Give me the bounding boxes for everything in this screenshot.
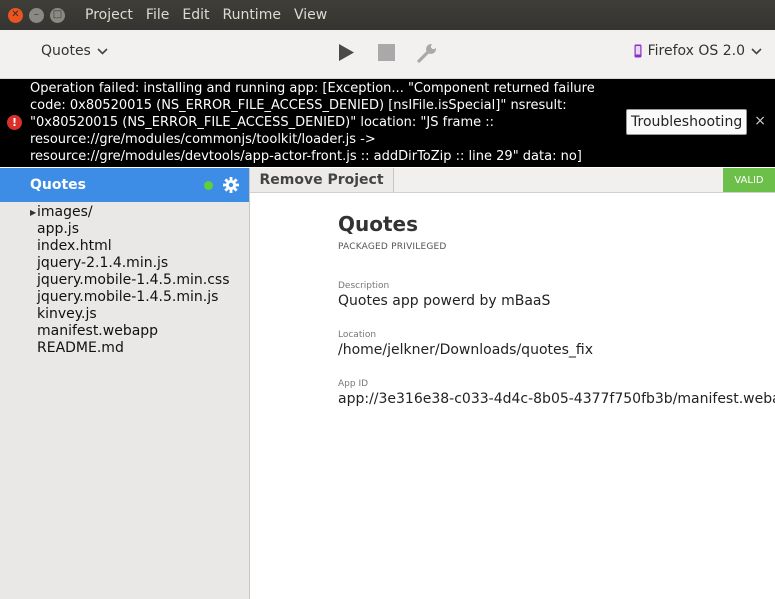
project-name: Quotes [338, 212, 419, 236]
file-name: kinvey.js [37, 306, 97, 322]
appid-value: app://3e316e38-c033-4d4c-8b05-4377f750fb… [338, 391, 775, 407]
menu-edit[interactable]: Edit [182, 7, 209, 23]
sidebar-header[interactable]: Quotes [0, 168, 249, 202]
menu-bar: Project File Edit Runtime View [85, 7, 327, 23]
runtime-select[interactable]: Firefox OS 2.0 [634, 43, 762, 59]
location-field: Location /home/jelkner/Downloads/quotes_… [338, 330, 593, 358]
chevron-down-icon [97, 47, 108, 55]
file-item[interactable]: manifest.webapp [0, 323, 249, 340]
valid-badge: VALID [723, 168, 775, 192]
description-field: Description Quotes app powerd by mBaaS [338, 281, 550, 309]
play-icon[interactable] [338, 43, 355, 62]
location-value: /home/jelkner/Downloads/quotes_fix [338, 342, 594, 358]
folder-item[interactable]: ▶ images/ [0, 204, 249, 221]
file-item[interactable]: index.html [0, 238, 249, 255]
remove-project-label: Remove Project [259, 172, 384, 188]
file-item[interactable]: kinvey.js [0, 306, 249, 323]
menu-runtime[interactable]: Runtime [222, 7, 280, 23]
location-label: Location [338, 330, 377, 340]
runtime-select-label: Firefox OS 2.0 [647, 43, 745, 59]
project-select-label: Quotes [41, 43, 91, 59]
description-label: Description [338, 281, 390, 291]
phone-icon [634, 44, 642, 58]
file-item[interactable]: jquery.mobile-1.4.5.min.css [0, 272, 249, 289]
project-details: Quotes PACKAGED PRIVILEGED [338, 212, 447, 252]
file-tree: ▶ images/ app.js index.html jquery-2.1.4… [0, 202, 249, 357]
wrench-icon[interactable] [416, 43, 438, 63]
menu-project[interactable]: Project [85, 7, 133, 23]
error-icon: ! [7, 115, 22, 130]
error-message: Operation failed: installing and running… [30, 81, 599, 164]
menu-view[interactable]: View [294, 7, 327, 23]
file-name: app.js [37, 221, 79, 237]
main-toolbar: Quotes Firefox OS 2.0 [0, 30, 775, 79]
error-notification: ! Operation failed: installing and runni… [0, 79, 775, 167]
close-icon[interactable]: × [754, 113, 766, 129]
file-name: manifest.webapp [37, 323, 159, 339]
file-name: jquery.mobile-1.4.5.min.js [37, 289, 219, 305]
file-item[interactable]: jquery.mobile-1.4.5.min.js [0, 289, 249, 306]
file-name: jquery.mobile-1.4.5.min.css [37, 272, 230, 288]
project-sidebar: Quotes ▶ images/ app.js index.html jquer… [0, 168, 250, 599]
gear-icon[interactable] [223, 177, 239, 193]
maximize-window-button[interactable]: □ [50, 7, 65, 23]
file-item[interactable]: app.js [0, 221, 249, 238]
file-name: README.md [37, 340, 124, 356]
project-type: PACKAGED PRIVILEGED [338, 242, 447, 252]
file-name: jquery-2.1.4.min.js [37, 255, 169, 271]
status-dot [204, 181, 213, 190]
appid-field: App ID app://3e316e38-c033-4d4c-8b05-437… [338, 379, 775, 407]
appid-label: App ID [338, 379, 369, 389]
troubleshooting-button[interactable]: Troubleshooting [626, 109, 748, 135]
troubleshooting-label: Troubleshooting [631, 114, 743, 130]
file-name: index.html [37, 238, 112, 254]
title-bar: ✕ – □ Project File Edit Runtime View [0, 0, 775, 30]
file-name: images/ [37, 204, 93, 220]
caret-right-icon[interactable]: ▶ [30, 204, 36, 221]
file-item[interactable]: jquery-2.1.4.min.js [0, 255, 249, 272]
remove-project-button[interactable]: Remove Project [250, 168, 394, 192]
menu-file[interactable]: File [146, 7, 169, 23]
project-select[interactable]: Quotes [41, 43, 108, 59]
close-window-button[interactable]: ✕ [8, 7, 23, 23]
description-value: Quotes app powerd by mBaaS [338, 293, 551, 309]
project-toolbar: Remove Project VALID [250, 168, 775, 193]
chevron-down-icon [751, 47, 762, 55]
file-item[interactable]: README.md [0, 340, 249, 357]
sidebar-title: Quotes [30, 177, 87, 193]
stop-icon[interactable] [378, 44, 395, 61]
minimize-window-button[interactable]: – [29, 7, 44, 23]
window-controls: ✕ – □ [8, 7, 65, 23]
